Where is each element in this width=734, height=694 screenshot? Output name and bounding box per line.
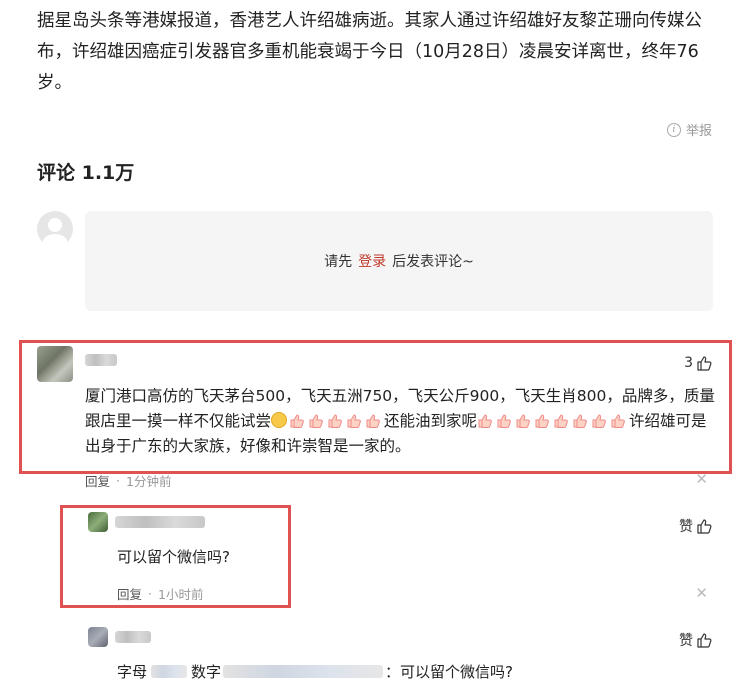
comment-like-button[interactable]: 3 bbox=[684, 355, 712, 371]
blurred-username[interactable] bbox=[115, 516, 205, 528]
hand-emoji-icon bbox=[328, 414, 342, 428]
article-text: 据星岛头条等港媒报道，香港艺人许绍雄病逝。其家人通过许绍雄好友黎芷珊向传媒公布，… bbox=[37, 11, 702, 93]
hand-emoji-icon bbox=[535, 414, 549, 428]
blurred-text bbox=[223, 665, 384, 678]
blurred-text bbox=[151, 665, 188, 678]
info-icon: i bbox=[666, 122, 681, 137]
reply-like-button[interactable]: 赞 bbox=[679, 630, 712, 650]
like-count: 3 bbox=[684, 355, 693, 371]
comment-text-part: 还能油到家呢 bbox=[384, 412, 478, 430]
reply-meta: 回复 · 1小时前 bbox=[117, 584, 203, 603]
hand-emoji-icon bbox=[611, 414, 625, 428]
close-icon[interactable]: ✕ bbox=[695, 472, 708, 487]
hand-emoji-icon bbox=[573, 414, 587, 428]
reply-text: 可以留个微信吗? bbox=[117, 548, 230, 566]
reply-time: 1小时前 bbox=[158, 587, 204, 602]
hand-emoji-icon bbox=[516, 414, 530, 428]
report-button[interactable]: i 举报 bbox=[666, 120, 712, 139]
reply-text-part: 字母 bbox=[117, 663, 148, 681]
hand-emoji-icon bbox=[554, 414, 568, 428]
comment-input-box[interactable]: 请先 登录 后发表评论~ bbox=[85, 211, 713, 311]
hand-emoji-icon bbox=[592, 414, 606, 428]
reply-text: 字母 数字 ：可以留个微信吗? bbox=[117, 660, 513, 685]
default-avatar-icon bbox=[37, 211, 73, 247]
hand-emoji-icon bbox=[497, 414, 511, 428]
like-label: 赞 bbox=[679, 519, 693, 535]
hand-emoji-icon bbox=[290, 414, 304, 428]
avatar[interactable] bbox=[88, 627, 108, 647]
comment-time: 1分钟前 bbox=[126, 474, 172, 489]
close-icon[interactable]: ✕ bbox=[695, 586, 708, 601]
thumbs-up-icon bbox=[697, 633, 712, 648]
blurred-username[interactable] bbox=[85, 354, 117, 366]
avatar[interactable] bbox=[37, 346, 73, 382]
login-link[interactable]: 登录 bbox=[358, 251, 386, 271]
blurred-username[interactable] bbox=[115, 631, 151, 643]
comment-box-suffix: 后发表评论~ bbox=[392, 254, 474, 270]
avatar[interactable] bbox=[88, 512, 108, 532]
comments-header: 评论 1.1万 bbox=[37, 162, 135, 184]
reply-text-part: 数字 bbox=[191, 663, 222, 681]
reply-button[interactable]: 回复 bbox=[85, 471, 110, 490]
hand-emoji-icon bbox=[347, 414, 361, 428]
comment-box-prefix: 请先 bbox=[324, 254, 353, 270]
thumbs-up-icon bbox=[697, 519, 712, 534]
hand-emoji-icon bbox=[366, 414, 380, 428]
reply-button[interactable]: 回复 bbox=[117, 584, 142, 603]
reply-like-button[interactable]: 赞 bbox=[679, 516, 712, 536]
hand-emoji-icon bbox=[309, 414, 323, 428]
smile-emoji-icon bbox=[271, 412, 288, 428]
comment-meta: 回复 · 1分钟前 bbox=[85, 471, 171, 490]
reply-text-part: ：可以留个微信吗? bbox=[385, 663, 513, 681]
report-label: 举报 bbox=[685, 124, 712, 139]
meta-separator: · bbox=[116, 473, 120, 488]
like-label: 赞 bbox=[679, 633, 693, 649]
meta-separator: · bbox=[148, 586, 152, 601]
thumbs-up-icon bbox=[697, 356, 712, 371]
comment-text: 厦门港口高仿的飞天茅台500，飞天五洲750，飞天公斤900，飞天生肖800，品… bbox=[85, 384, 715, 459]
hand-emoji-icon bbox=[478, 414, 492, 428]
